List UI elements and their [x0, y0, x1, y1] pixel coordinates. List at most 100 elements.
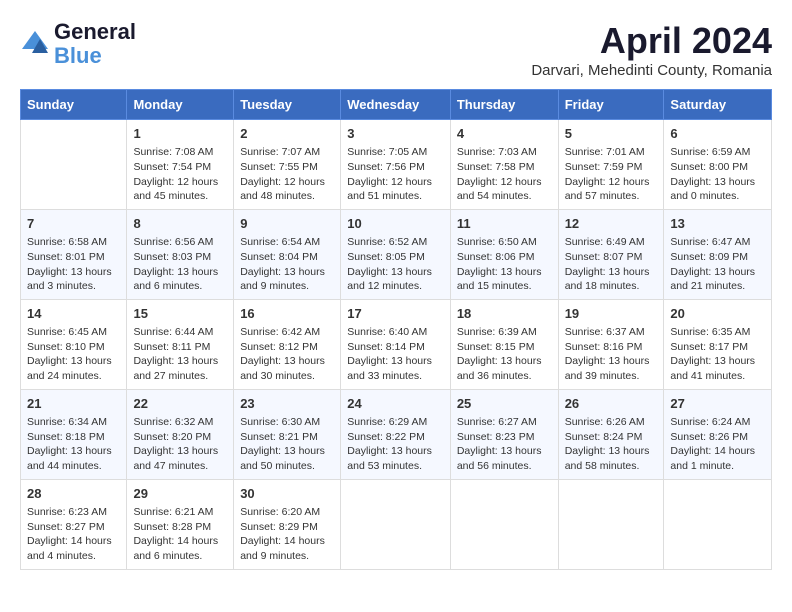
- day-number: 18: [457, 305, 552, 323]
- header-monday: Monday: [127, 90, 234, 120]
- calendar-cell: 30 Sunrise: 6:20 AM Sunset: 8:29 PM Dayli…: [234, 479, 341, 569]
- header-thursday: Thursday: [450, 90, 558, 120]
- header-sunday: Sunday: [21, 90, 127, 120]
- day-info: Sunrise: 6:24 AM Sunset: 8:26 PM Dayligh…: [670, 415, 765, 474]
- day-info: Sunrise: 7:08 AM Sunset: 7:54 PM Dayligh…: [133, 145, 227, 204]
- day-info: Sunrise: 6:39 AM Sunset: 8:15 PM Dayligh…: [457, 325, 552, 384]
- day-number: 2: [240, 125, 334, 143]
- calendar-cell: 29 Sunrise: 6:21 AM Sunset: 8:28 PM Dayli…: [127, 479, 234, 569]
- day-info: Sunrise: 6:32 AM Sunset: 8:20 PM Dayligh…: [133, 415, 227, 474]
- calendar-cell: 7Sunrise: 6:58 AM Sunset: 8:01 PM Daylig…: [21, 209, 127, 299]
- day-info: Sunrise: 6:23 AM Sunset: 8:27 PM Dayligh…: [27, 505, 120, 564]
- day-number: 26: [565, 395, 658, 413]
- calendar-cell: 23Sunrise: 6:30 AM Sunset: 8:21 PM Dayli…: [234, 389, 341, 479]
- day-info: Sunrise: 6:50 AM Sunset: 8:06 PM Dayligh…: [457, 235, 552, 294]
- day-number: 5: [565, 125, 658, 143]
- calendar-cell: 17Sunrise: 6:40 AM Sunset: 8:14 PM Dayli…: [341, 299, 451, 389]
- day-number: 12: [565, 215, 658, 233]
- day-info: Sunrise: 6:49 AM Sunset: 8:07 PM Dayligh…: [565, 235, 658, 294]
- day-info: Sunrise: 6:56 AM Sunset: 8:03 PM Dayligh…: [133, 235, 227, 294]
- calendar-week-row: 7Sunrise: 6:58 AM Sunset: 8:01 PM Daylig…: [21, 209, 772, 299]
- calendar-week-row: 28 Sunrise: 6:23 AM Sunset: 8:27 PM Dayli…: [21, 479, 772, 569]
- day-number: 10: [347, 215, 444, 233]
- day-info: Sunrise: 6:26 AM Sunset: 8:24 PM Dayligh…: [565, 415, 658, 474]
- logo-text-general: General: [54, 20, 136, 44]
- day-number: 11: [457, 215, 552, 233]
- day-number: 25: [457, 395, 552, 413]
- day-info: Sunrise: 6:21 AM Sunset: 8:28 PM Dayligh…: [133, 505, 227, 564]
- calendar-cell: 14Sunrise: 6:45 AM Sunset: 8:10 PM Dayli…: [21, 299, 127, 389]
- calendar-cell: 15 Sunrise: 6:44 AM Sunset: 8:11 PM Dayli…: [127, 299, 234, 389]
- calendar-cell: 28 Sunrise: 6:23 AM Sunset: 8:27 PM Dayli…: [21, 479, 127, 569]
- calendar-cell: 16 Sunrise: 6:42 AM Sunset: 8:12 PM Dayli…: [234, 299, 341, 389]
- day-number: 16: [240, 305, 334, 323]
- calendar-table: SundayMondayTuesdayWednesdayThursdayFrid…: [20, 89, 772, 570]
- calendar-week-row: 1 Sunrise: 7:08 AM Sunset: 7:54 PM Daylig…: [21, 120, 772, 210]
- calendar-cell: 12 Sunrise: 6:49 AM Sunset: 8:07 PM Dayli…: [558, 209, 664, 299]
- calendar-cell: 2 Sunrise: 7:07 AM Sunset: 7:55 PM Daylig…: [234, 120, 341, 210]
- calendar-cell: 20 Sunrise: 6:35 AM Sunset: 8:17 PM Dayli…: [664, 299, 772, 389]
- page-header: General Blue April 2024 Darvari, Mehedin…: [20, 20, 772, 79]
- calendar-cell: 5 Sunrise: 7:01 AM Sunset: 7:59 PM Daylig…: [558, 120, 664, 210]
- day-number: 14: [27, 305, 120, 323]
- calendar-week-row: 21 Sunrise: 6:34 AM Sunset: 8:18 PM Dayli…: [21, 389, 772, 479]
- day-info: Sunrise: 6:34 AM Sunset: 8:18 PM Dayligh…: [27, 415, 120, 474]
- day-number: 9: [240, 215, 334, 233]
- header-friday: Friday: [558, 90, 664, 120]
- calendar-cell: 1 Sunrise: 7:08 AM Sunset: 7:54 PM Daylig…: [127, 120, 234, 210]
- day-number: 13: [670, 215, 765, 233]
- day-info: Sunrise: 7:05 AM Sunset: 7:56 PM Dayligh…: [347, 145, 444, 204]
- day-number: 8: [133, 215, 227, 233]
- calendar-cell: 10Sunrise: 6:52 AM Sunset: 8:05 PM Dayli…: [341, 209, 451, 299]
- day-info: Sunrise: 6:30 AM Sunset: 8:21 PM Dayligh…: [240, 415, 334, 474]
- calendar-cell: [21, 120, 127, 210]
- day-info: Sunrise: 6:54 AM Sunset: 8:04 PM Dayligh…: [240, 235, 334, 294]
- calendar-cell: 4Sunrise: 7:03 AM Sunset: 7:58 PM Daylig…: [450, 120, 558, 210]
- day-number: 7: [27, 215, 120, 233]
- calendar-cell: 18 Sunrise: 6:39 AM Sunset: 8:15 PM Dayli…: [450, 299, 558, 389]
- day-number: 3: [347, 125, 444, 143]
- title-area: April 2024 Darvari, Mehedinti County, Ro…: [531, 20, 772, 79]
- calendar-cell: 24Sunrise: 6:29 AM Sunset: 8:22 PM Dayli…: [341, 389, 451, 479]
- day-info: Sunrise: 6:42 AM Sunset: 8:12 PM Dayligh…: [240, 325, 334, 384]
- month-title: April 2024: [531, 20, 772, 62]
- calendar-cell: [558, 479, 664, 569]
- day-number: 19: [565, 305, 658, 323]
- day-info: Sunrise: 7:03 AM Sunset: 7:58 PM Dayligh…: [457, 145, 552, 204]
- header-saturday: Saturday: [664, 90, 772, 120]
- day-info: Sunrise: 7:07 AM Sunset: 7:55 PM Dayligh…: [240, 145, 334, 204]
- calendar-cell: 8 Sunrise: 6:56 AM Sunset: 8:03 PM Daylig…: [127, 209, 234, 299]
- calendar-cell: 27 Sunrise: 6:24 AM Sunset: 8:26 PM Dayli…: [664, 389, 772, 479]
- calendar-cell: 3 Sunrise: 7:05 AM Sunset: 7:56 PM Daylig…: [341, 120, 451, 210]
- day-number: 24: [347, 395, 444, 413]
- day-info: Sunrise: 6:44 AM Sunset: 8:11 PM Dayligh…: [133, 325, 227, 384]
- calendar-cell: 13 Sunrise: 6:47 AM Sunset: 8:09 PM Dayli…: [664, 209, 772, 299]
- day-info: Sunrise: 6:20 AM Sunset: 8:29 PM Dayligh…: [240, 505, 334, 564]
- calendar-cell: 9 Sunrise: 6:54 AM Sunset: 8:04 PM Daylig…: [234, 209, 341, 299]
- calendar-cell: [341, 479, 451, 569]
- day-number: 28: [27, 485, 120, 503]
- calendar-cell: 22Sunrise: 6:32 AM Sunset: 8:20 PM Dayli…: [127, 389, 234, 479]
- logo-icon: [20, 29, 50, 59]
- day-number: 15: [133, 305, 227, 323]
- day-number: 1: [133, 125, 227, 143]
- day-info: Sunrise: 6:37 AM Sunset: 8:16 PM Dayligh…: [565, 325, 658, 384]
- day-info: Sunrise: 6:27 AM Sunset: 8:23 PM Dayligh…: [457, 415, 552, 474]
- day-info: Sunrise: 7:01 AM Sunset: 7:59 PM Dayligh…: [565, 145, 658, 204]
- day-number: 30: [240, 485, 334, 503]
- calendar-header-row: SundayMondayTuesdayWednesdayThursdayFrid…: [21, 90, 772, 120]
- day-number: 6: [670, 125, 765, 143]
- day-info: Sunrise: 6:47 AM Sunset: 8:09 PM Dayligh…: [670, 235, 765, 294]
- day-number: 27: [670, 395, 765, 413]
- day-info: Sunrise: 6:35 AM Sunset: 8:17 PM Dayligh…: [670, 325, 765, 384]
- day-number: 21: [27, 395, 120, 413]
- day-number: 20: [670, 305, 765, 323]
- calendar-cell: 21 Sunrise: 6:34 AM Sunset: 8:18 PM Dayli…: [21, 389, 127, 479]
- logo: General Blue: [20, 20, 136, 68]
- calendar-cell: 26 Sunrise: 6:26 AM Sunset: 8:24 PM Dayli…: [558, 389, 664, 479]
- day-number: 17: [347, 305, 444, 323]
- calendar-cell: [450, 479, 558, 569]
- day-number: 29: [133, 485, 227, 503]
- day-info: Sunrise: 6:59 AM Sunset: 8:00 PM Dayligh…: [670, 145, 765, 204]
- calendar-cell: 6 Sunrise: 6:59 AM Sunset: 8:00 PM Daylig…: [664, 120, 772, 210]
